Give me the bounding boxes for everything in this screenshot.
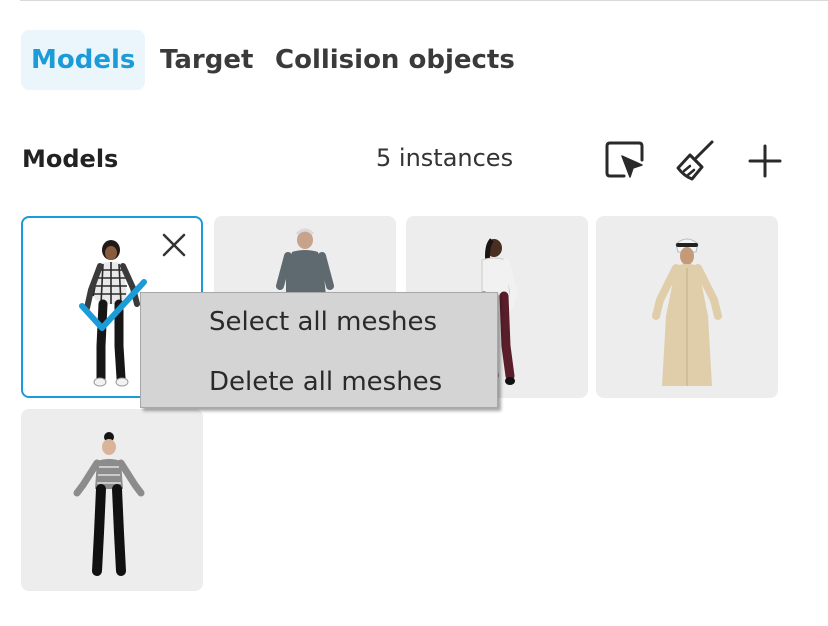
tab-models[interactable]: Models <box>21 30 146 90</box>
broom-icon <box>676 140 714 181</box>
checkmark-icon <box>79 279 147 331</box>
context-menu: Select all meshes Delete all meshes <box>140 292 498 408</box>
top-divider <box>20 0 828 1</box>
clear-button[interactable] <box>672 138 718 184</box>
model-card[interactable] <box>596 216 778 398</box>
section-title: Models <box>22 145 119 173</box>
model-card[interactable] <box>21 409 203 591</box>
select-button[interactable] <box>602 138 648 184</box>
tab-target[interactable]: Target <box>150 30 263 90</box>
tab-collision-objects[interactable]: Collision objects <box>265 30 525 90</box>
menu-item-select-all-meshes[interactable]: Select all meshes <box>209 307 437 337</box>
menu-item-delete-all-meshes[interactable]: Delete all meshes <box>209 367 442 397</box>
model-thumbnail <box>73 432 145 576</box>
add-button[interactable] <box>742 138 788 184</box>
plus-icon <box>748 144 782 178</box>
close-icon[interactable] <box>161 232 187 258</box>
select-cursor-icon <box>605 141 644 178</box>
instance-count: 5 instances <box>376 144 514 172</box>
model-thumbnail <box>652 238 722 386</box>
